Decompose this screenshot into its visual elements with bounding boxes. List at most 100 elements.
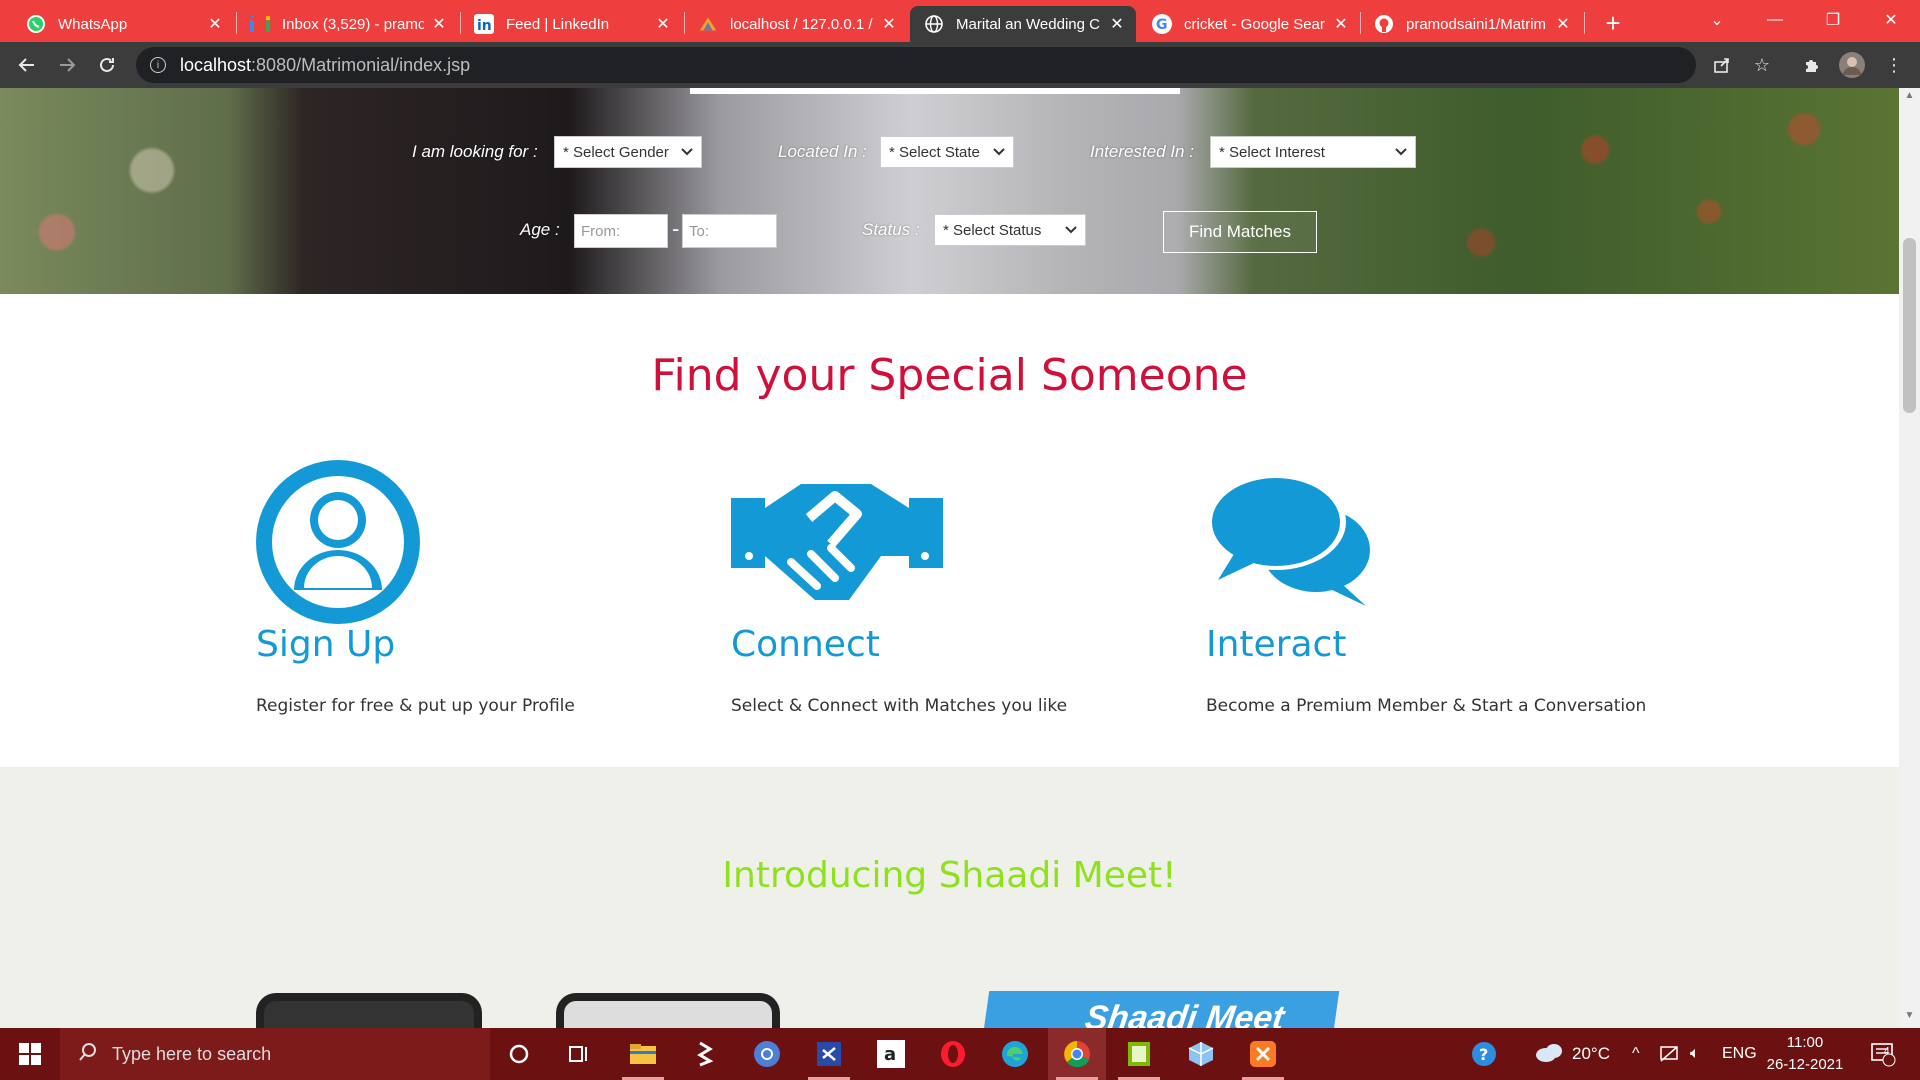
page-viewport: I am looking for : * Select Gender Locat… <box>0 88 1899 1028</box>
tab-linkedin[interactable]: in Feed | LinkedIn ✕ <box>460 6 682 42</box>
banner-text: Shaadi Meet <box>1082 999 1287 1028</box>
edge-icon[interactable] <box>986 1028 1044 1080</box>
reload-button[interactable] <box>92 50 122 80</box>
extensions-icon[interactable] <box>1798 51 1826 79</box>
gmail-icon <box>250 14 270 34</box>
address-bar[interactable]: i localhost:8080/Matrimonial/index.jsp <box>136 47 1696 83</box>
clock-time: 11:00 <box>1786 1034 1824 1051</box>
age-from-input[interactable]: From: <box>574 214 668 248</box>
tab-github[interactable]: pramodsaini1/Matrim ✕ <box>1360 6 1582 42</box>
whatsapp-icon <box>26 14 46 34</box>
feature-title: Sign Up <box>256 624 396 665</box>
svg-text:in: in <box>477 18 492 34</box>
sublime-icon[interactable] <box>676 1028 734 1080</box>
site-info-icon[interactable]: i <box>150 57 166 73</box>
url-host: localhost <box>180 54 252 75</box>
restore-button[interactable]: ❐ <box>1804 0 1862 40</box>
chevron-down-icon <box>1065 223 1077 237</box>
chromium-icon[interactable] <box>738 1028 796 1080</box>
close-icon[interactable]: ✕ <box>1554 15 1572 33</box>
opera-icon[interactable] <box>924 1028 982 1080</box>
share-icon[interactable] <box>1708 51 1736 79</box>
show-hidden-icons-chevron[interactable]: ^ <box>1632 1028 1640 1080</box>
volume-icon[interactable]: 🔈︎ <box>1690 1028 1700 1080</box>
phone-mockup-image <box>556 993 780 1028</box>
scrollbar-thumb[interactable] <box>1903 238 1916 413</box>
tab-whatsapp[interactable]: WhatsApp ✕ <box>12 6 234 42</box>
notification-count: 4 <box>1884 1046 1890 1057</box>
clock-date: 26-12-2021 <box>1766 1056 1844 1073</box>
avatar[interactable] <box>1838 51 1866 79</box>
window-controls: ⌄ — ❐ ✕ <box>1688 0 1920 40</box>
interest-select[interactable]: * Select Interest <box>1210 136 1416 168</box>
feature-description: Become a Premium Member & Start a Conver… <box>1206 696 1647 716</box>
browser-menu-icon[interactable]: ⋮ <box>1880 51 1908 79</box>
url-path: :8080/Matrimonial/index.jsp <box>251 54 471 75</box>
tab-phpmyadmin[interactable]: localhost / 127.0.0.1 / ✕ <box>684 6 908 42</box>
close-icon[interactable]: ✕ <box>1108 15 1126 33</box>
task-view-icon[interactable] <box>550 1028 608 1080</box>
globe-icon <box>924 14 944 34</box>
chevron-down-icon <box>1395 145 1407 159</box>
notification-center-icon[interactable]: 4 <box>1870 1028 1896 1080</box>
browser-toolbar: i localhost:8080/Matrimonial/index.jsp ☆… <box>0 42 1920 88</box>
tab-title: Marital an Wedding C <box>956 15 1100 33</box>
find-matches-button[interactable]: Find Matches <box>1163 211 1317 253</box>
tab-title: Feed | LinkedIn <box>506 15 610 33</box>
close-icon[interactable]: ✕ <box>654 15 672 33</box>
state-select[interactable]: * Select State <box>880 136 1014 168</box>
age-to-input[interactable]: To: <box>682 214 777 248</box>
virtualbox-icon[interactable] <box>1172 1028 1230 1080</box>
forward-button[interactable] <box>52 50 82 80</box>
weather-temperature: 20°C <box>1572 1044 1610 1063</box>
status-label: Status : <box>862 220 920 239</box>
tab-search-icon[interactable]: ⌄ <box>1688 0 1746 40</box>
feature-description: Select & Connect with Matches you like <box>731 696 1068 716</box>
language-indicator[interactable]: ENG <box>1722 1028 1757 1080</box>
state-select-value: * Select State <box>889 143 980 161</box>
svg-text:G: G <box>1156 17 1168 33</box>
chrome-icon[interactable] <box>1048 1028 1106 1080</box>
feature-title: Interact <box>1206 624 1347 665</box>
close-icon[interactable]: ✕ <box>1332 15 1350 33</box>
age-separator: - <box>672 216 680 241</box>
scroll-down-arrow[interactable]: ▼ <box>1899 1010 1920 1026</box>
system-clock[interactable]: 11:00 26-12-2021 <box>1760 1032 1850 1076</box>
section-title: Introducing Shaadi Meet! <box>722 855 1177 896</box>
minimize-button[interactable]: — <box>1746 0 1804 40</box>
notepad-icon[interactable] <box>1110 1028 1168 1080</box>
new-tab-button[interactable]: + <box>1598 8 1628 39</box>
help-icon[interactable]: ? <box>1470 1028 1498 1080</box>
close-icon[interactable]: ✕ <box>880 15 898 33</box>
start-button[interactable] <box>0 1028 60 1080</box>
close-icon[interactable]: ✕ <box>430 15 448 33</box>
linkedin-icon: in <box>474 14 494 34</box>
cortana-icon[interactable] <box>490 1028 548 1080</box>
feature-interact: Interact Become a Premium Member & Start… <box>1206 460 1676 716</box>
tab-google-search[interactable]: G cricket - Google Sear ✕ <box>1138 6 1360 42</box>
amazon-icon[interactable]: a <box>862 1028 920 1080</box>
gender-select[interactable]: * Select Gender <box>554 136 702 168</box>
back-button[interactable] <box>12 50 42 80</box>
close-window-button[interactable]: ✕ <box>1862 0 1920 40</box>
gender-select-value: * Select Gender <box>563 143 669 161</box>
visual-studio-icon[interactable] <box>800 1028 858 1080</box>
taskbar-search-box[interactable]: Type here to search <box>60 1028 490 1080</box>
file-explorer-icon[interactable] <box>614 1028 672 1080</box>
page-scrollbar[interactable]: ▲ ▼ <box>1899 88 1920 1028</box>
status-select[interactable]: * Select Status <box>934 214 1086 246</box>
tab-gmail[interactable]: Inbox (3,529) - pramo ✕ <box>236 6 458 42</box>
close-icon[interactable]: ✕ <box>206 15 224 33</box>
cloud-icon <box>1534 1041 1564 1068</box>
search-placeholder: Type here to search <box>112 1043 272 1064</box>
bookmark-star-icon[interactable]: ☆ <box>1748 51 1776 79</box>
network-icon[interactable] <box>1660 1028 1680 1080</box>
status-select-value: * Select Status <box>943 221 1042 239</box>
scroll-up-arrow[interactable]: ▲ <box>1899 90 1920 106</box>
phpmyadmin-icon <box>698 14 718 34</box>
xampp-icon[interactable] <box>1234 1028 1292 1080</box>
feature-description: Register for free & put up your Profile <box>256 696 575 716</box>
windows-taskbar: Type here to search a ? 20°C ^ 🔈︎ ENG 11… <box>0 1028 1920 1080</box>
tab-matrimonial[interactable]: Marital an Wedding C ✕ <box>910 6 1136 42</box>
weather-widget[interactable]: 20°C <box>1534 1028 1610 1080</box>
